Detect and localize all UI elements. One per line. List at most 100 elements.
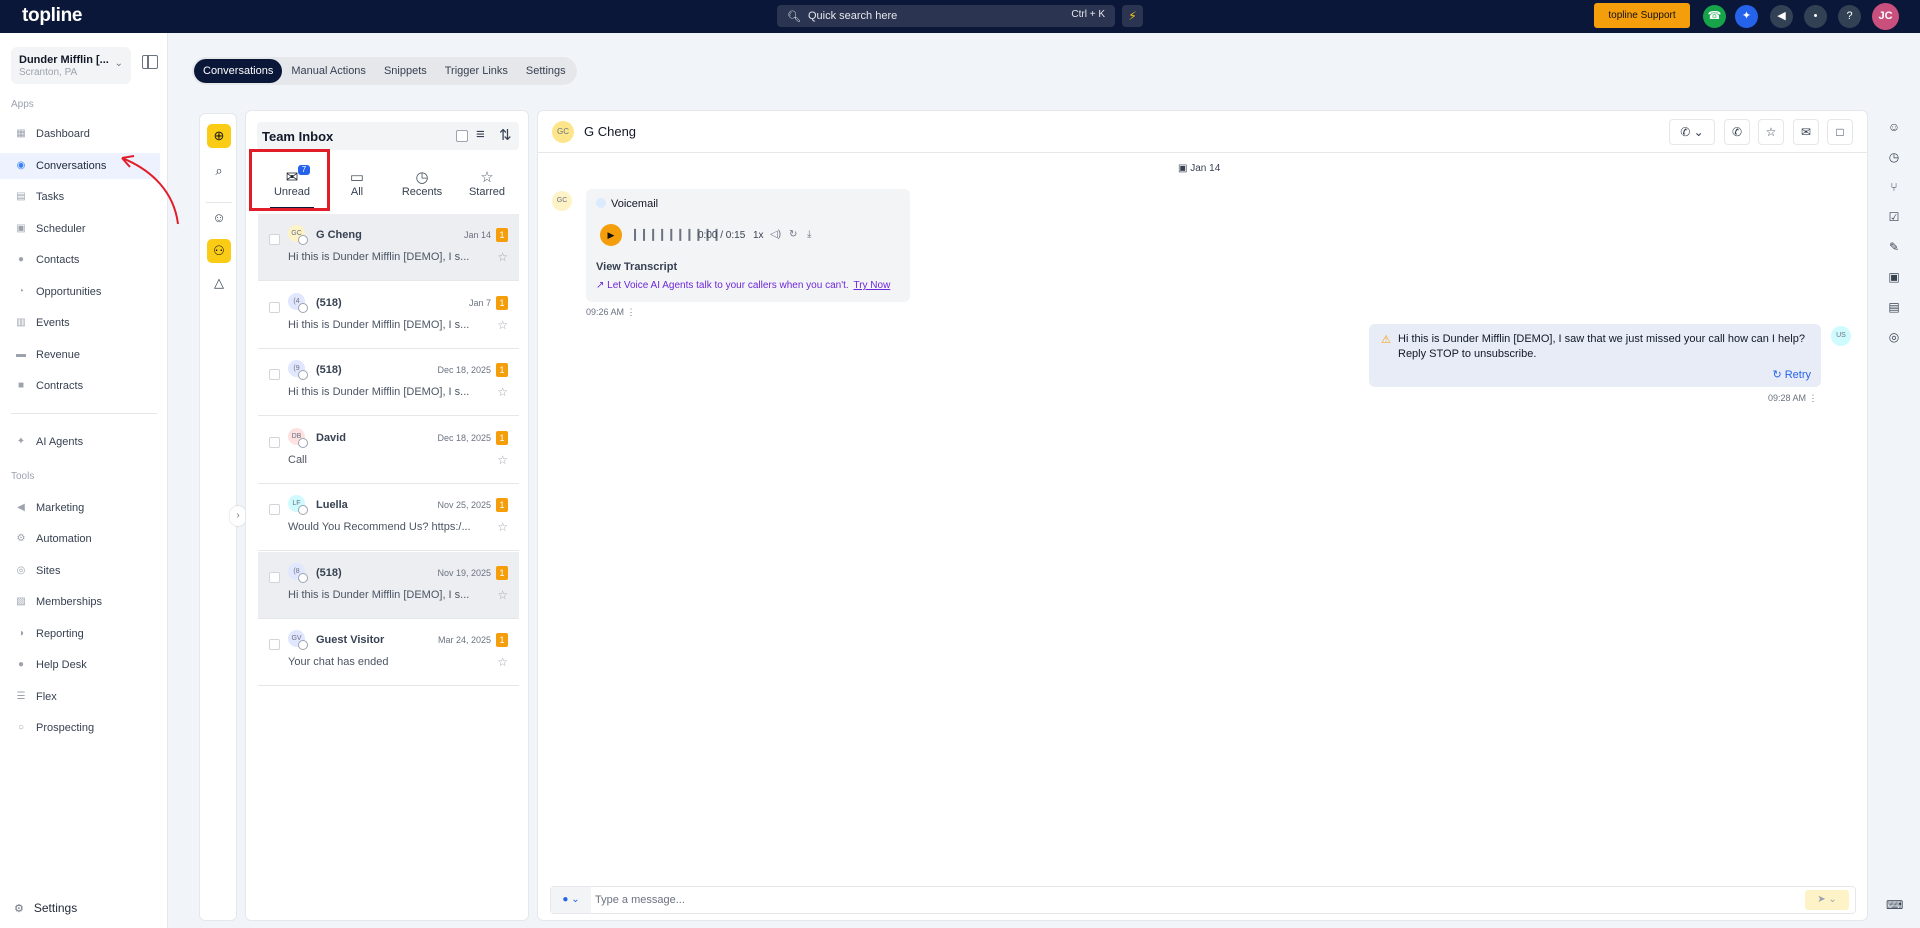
row-checkbox[interactable] bbox=[269, 639, 280, 650]
tab-snippets[interactable]: Snippets bbox=[375, 59, 436, 83]
keyboard-icon[interactable]: ⌨︎ bbox=[1886, 897, 1903, 913]
play-button[interactable]: ▶︎ bbox=[600, 224, 622, 246]
phone-icon[interactable]: ☎︎ bbox=[1703, 5, 1726, 28]
conversation-row[interactable]: GV Guest Visitor Mar 24, 2025 1 Your cha… bbox=[258, 619, 519, 686]
message-composer[interactable]: ● ⌄ Type a message... ➤ ⌄ bbox=[550, 886, 1856, 914]
workflow-icon[interactable]: ⑂ bbox=[1886, 179, 1902, 195]
view-transcript-link[interactable]: View Transcript bbox=[596, 261, 677, 273]
magic-icon[interactable]: ✦ bbox=[1735, 5, 1758, 28]
tab-settings[interactable]: Settings bbox=[517, 59, 575, 83]
tab-manual-actions[interactable]: Manual Actions bbox=[282, 59, 375, 83]
sidebar-item-flex[interactable]: ☰ Flex bbox=[0, 684, 160, 710]
tab-starred[interactable]: ☆ Starred bbox=[457, 165, 517, 213]
row-checkbox[interactable] bbox=[269, 234, 280, 245]
sidebar-collapse-icon[interactable] bbox=[142, 55, 158, 69]
sidebar-item-prospecting[interactable]: ○ Prospecting bbox=[0, 715, 160, 741]
sidebar-item-reporting[interactable]: ◑ Reporting bbox=[0, 621, 160, 647]
call-options-dropdown[interactable]: ✆︎ ⌄ bbox=[1669, 119, 1715, 145]
divider bbox=[11, 413, 157, 414]
star-icon[interactable]: ☆ bbox=[497, 655, 508, 669]
star-icon[interactable]: ☆ bbox=[497, 250, 508, 264]
sidebar-item-contacts[interactable]: ● Contacts bbox=[0, 247, 160, 273]
row-checkbox[interactable] bbox=[269, 504, 280, 515]
playback-speed[interactable]: 1x bbox=[753, 230, 764, 241]
calendar-icon[interactable]: ▣ bbox=[1886, 269, 1902, 285]
sidebar-item-memberships[interactable]: ▨ Memberships bbox=[0, 589, 160, 615]
lightning-icon[interactable]: ⚡︎ bbox=[1122, 5, 1143, 27]
star-icon[interactable]: ☆ bbox=[497, 520, 508, 534]
retry-button[interactable]: ↻ Retry bbox=[1772, 368, 1811, 381]
contact-icon[interactable]: ☺︎ bbox=[1886, 119, 1902, 135]
row-checkbox[interactable] bbox=[269, 369, 280, 380]
sidebar-item-settings[interactable]: ⚙︎ Settings bbox=[0, 896, 160, 920]
replay-icon[interactable]: ↻ bbox=[789, 229, 797, 240]
sidebar-item-dashboard[interactable]: ▦ Dashboard bbox=[0, 121, 160, 147]
star-icon[interactable]: ☆ bbox=[1758, 119, 1784, 145]
megaphone-icon[interactable]: ◀ bbox=[1770, 5, 1793, 28]
filter-icon[interactable]: ≡ bbox=[476, 126, 485, 143]
avatar: DB bbox=[288, 428, 308, 448]
unread-count: 1 bbox=[496, 228, 508, 242]
sidebar-item-events[interactable]: ▥ Events bbox=[0, 310, 160, 336]
row-checkbox[interactable] bbox=[269, 437, 280, 448]
chevron-right-icon[interactable]: › bbox=[230, 506, 246, 526]
conversation-row[interactable]: (8 (518) Nov 19, 2025 1 Hi this is Dunde… bbox=[258, 552, 519, 619]
sidebar-item-automation[interactable]: ⚙︎ Automation bbox=[0, 526, 160, 552]
tab-trigger-links[interactable]: Trigger Links bbox=[436, 59, 517, 83]
pen-icon[interactable]: ✎︎ bbox=[1886, 239, 1902, 255]
row-checkbox[interactable] bbox=[269, 572, 280, 583]
conversation-row[interactable]: DB David Dec 18, 2025 1 Call ☆ bbox=[258, 417, 519, 484]
sidebar-item-opportunities[interactable]: ◔ Opportunities bbox=[0, 279, 160, 305]
download-icon[interactable]: ⤓ bbox=[807, 229, 811, 240]
inbox-icon: ▭ bbox=[349, 169, 365, 186]
search-icon[interactable]: ⌕ bbox=[207, 159, 231, 183]
contact-name[interactable]: G Cheng bbox=[584, 124, 636, 139]
row-checkbox[interactable] bbox=[269, 302, 280, 313]
star-icon[interactable]: ☆ bbox=[497, 385, 508, 399]
workflow-icon[interactable]: △ bbox=[207, 271, 231, 295]
tab-recents[interactable]: ◷ Recents bbox=[392, 165, 452, 213]
try-now-link[interactable]: Try Now bbox=[853, 280, 890, 291]
user-avatar[interactable]: JC bbox=[1872, 3, 1899, 30]
sidebar-item-contracts[interactable]: ■ Contracts bbox=[0, 373, 160, 399]
calendar-icon: ▣ bbox=[16, 223, 26, 234]
trash-icon[interactable]: □ bbox=[1827, 119, 1853, 145]
tab-conversations[interactable]: Conversations bbox=[194, 59, 283, 83]
bell-icon[interactable]: • bbox=[1804, 5, 1827, 28]
mail-icon[interactable]: ✉︎ bbox=[1793, 119, 1819, 145]
select-all-checkbox[interactable] bbox=[456, 130, 468, 142]
document-icon[interactable]: ▤ bbox=[1886, 299, 1902, 315]
conversation-row[interactable]: (4 (518) Jan 7 1 Hi this is Dunder Miffl… bbox=[258, 282, 519, 349]
sidebar-item-sites[interactable]: ◎ Sites bbox=[0, 558, 160, 584]
tab-all[interactable]: ▭ All bbox=[327, 165, 387, 213]
sidebar-item-help-desk[interactable]: ● Help Desk bbox=[0, 652, 160, 678]
sidebar-item-ai-agents[interactable]: ✦ AI Agents bbox=[0, 429, 160, 455]
location-switcher[interactable]: Dunder Mifflin [... Scranton, PA ⌄ bbox=[11, 47, 131, 84]
message-input[interactable]: Type a message... bbox=[595, 894, 685, 906]
my-inbox-icon[interactable]: ☺︎ bbox=[207, 206, 231, 230]
app-logo[interactable]: topline bbox=[22, 5, 82, 27]
quick-search[interactable]: 🔍︎ Quick search here Ctrl + K bbox=[777, 5, 1115, 27]
sidebar-item-marketing[interactable]: ◀ Marketing bbox=[0, 495, 160, 521]
conversation-row[interactable]: GC G Cheng Jan 14 1 Hi this is Dunder Mi… bbox=[258, 214, 519, 281]
star-icon[interactable]: ☆ bbox=[497, 588, 508, 602]
phone-icon[interactable]: ✆︎ bbox=[1724, 119, 1750, 145]
tasks-icon[interactable]: ☑︎ bbox=[1886, 209, 1902, 225]
sort-icon[interactable]: ⇅ bbox=[499, 126, 512, 144]
channel-selector[interactable]: ● ⌄ bbox=[551, 887, 591, 913]
new-message-icon[interactable]: ⊕ bbox=[207, 124, 231, 148]
help-icon[interactable]: ? bbox=[1838, 5, 1861, 28]
volume-icon[interactable]: ◁) bbox=[770, 229, 781, 240]
star-icon[interactable]: ☆ bbox=[497, 453, 508, 467]
conversation-row[interactable]: (9 (518) Dec 18, 2025 1 Hi this is Dunde… bbox=[258, 349, 519, 416]
conversation-row[interactable]: LF Luella Nov 25, 2025 1 Would You Recom… bbox=[258, 484, 519, 551]
star-icon[interactable]: ☆ bbox=[497, 318, 508, 332]
team-inbox-icon[interactable]: ⚇ bbox=[207, 239, 231, 263]
support-button[interactable]: topline Support bbox=[1594, 3, 1690, 28]
history-icon[interactable]: ◷ bbox=[1886, 149, 1902, 165]
payment-icon[interactable]: ◎ bbox=[1886, 329, 1902, 345]
sidebar-item-revenue[interactable]: ▬ Revenue bbox=[0, 342, 160, 368]
send-button[interactable]: ➤ ⌄ bbox=[1805, 890, 1849, 910]
avatar: GC bbox=[552, 121, 574, 143]
flex-icon: ☰ bbox=[16, 691, 26, 702]
